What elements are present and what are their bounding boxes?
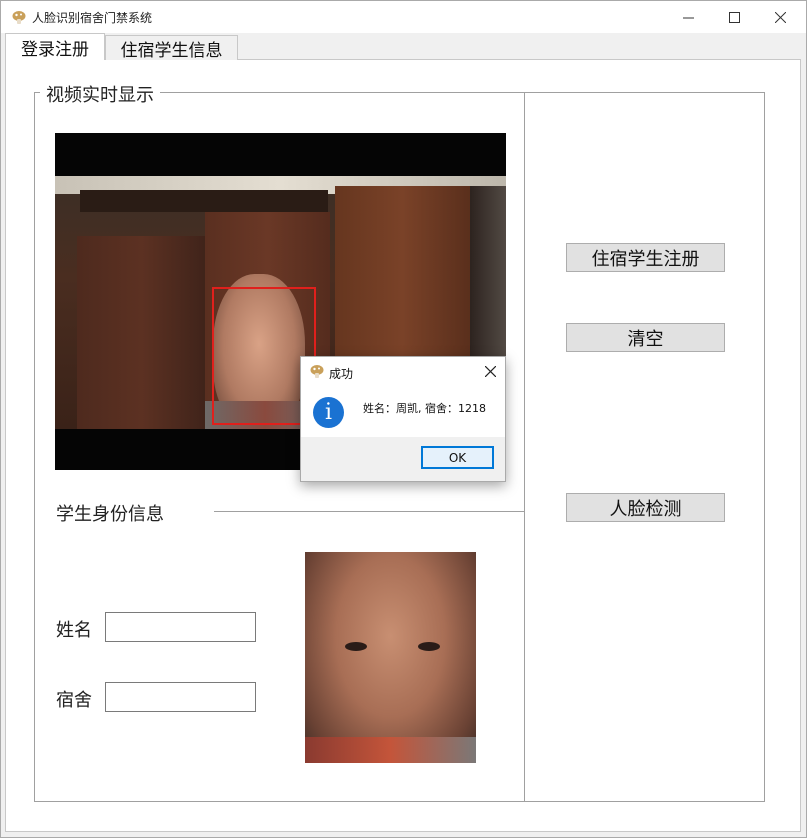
success-dialog: 成功 i 姓名：周凯, 宿舍：1218 OK: [300, 356, 506, 482]
info-icon: i: [313, 397, 344, 428]
scene-cabinet-top: [80, 190, 328, 212]
name-label: 姓名: [56, 620, 92, 641]
mushroom-icon: [310, 365, 324, 378]
close-icon: [484, 365, 496, 377]
minimize-icon: [682, 17, 694, 18]
clear-button[interactable]: 清空: [566, 323, 725, 352]
video-section-label: 视频实时显示: [40, 81, 160, 107]
frame-right-line: [764, 92, 765, 802]
minimize-button[interactable]: [665, 1, 711, 33]
dialog-title: 成功: [329, 367, 354, 381]
identity-section-label: 学生身份信息: [56, 504, 164, 525]
tab-login-register[interactable]: 登录注册: [5, 33, 105, 60]
student-photo: [305, 552, 476, 763]
tab-student-info[interactable]: 住宿学生信息: [105, 35, 238, 61]
close-icon: [774, 11, 786, 23]
scene-cabinet-left: [77, 236, 207, 429]
frame-divider-line: [524, 92, 525, 802]
dorm-input[interactable]: [105, 682, 256, 712]
name-input[interactable]: [105, 612, 256, 642]
photo-shirt: [305, 737, 476, 763]
identity-section-line: [214, 511, 525, 512]
frame-left-line: [34, 92, 35, 802]
register-button[interactable]: 住宿学生注册: [566, 243, 725, 272]
mushroom-icon: [12, 11, 26, 24]
window-title: 人脸识别宿舍门禁系统: [32, 11, 153, 25]
frame-bottom-line: [34, 801, 765, 802]
close-button[interactable]: [757, 1, 803, 33]
face-detect-button[interactable]: 人脸检测: [566, 493, 725, 522]
photo-eye-right: [418, 642, 440, 651]
maximize-button[interactable]: [711, 1, 757, 33]
dialog-close-button[interactable]: [479, 360, 501, 382]
ok-button[interactable]: OK: [421, 446, 494, 469]
dialog-message: 姓名：周凯, 宿舍：1218: [363, 402, 486, 415]
photo-eye-left: [345, 642, 367, 651]
dorm-label: 宿舍: [56, 690, 92, 711]
maximize-icon: [728, 11, 740, 23]
